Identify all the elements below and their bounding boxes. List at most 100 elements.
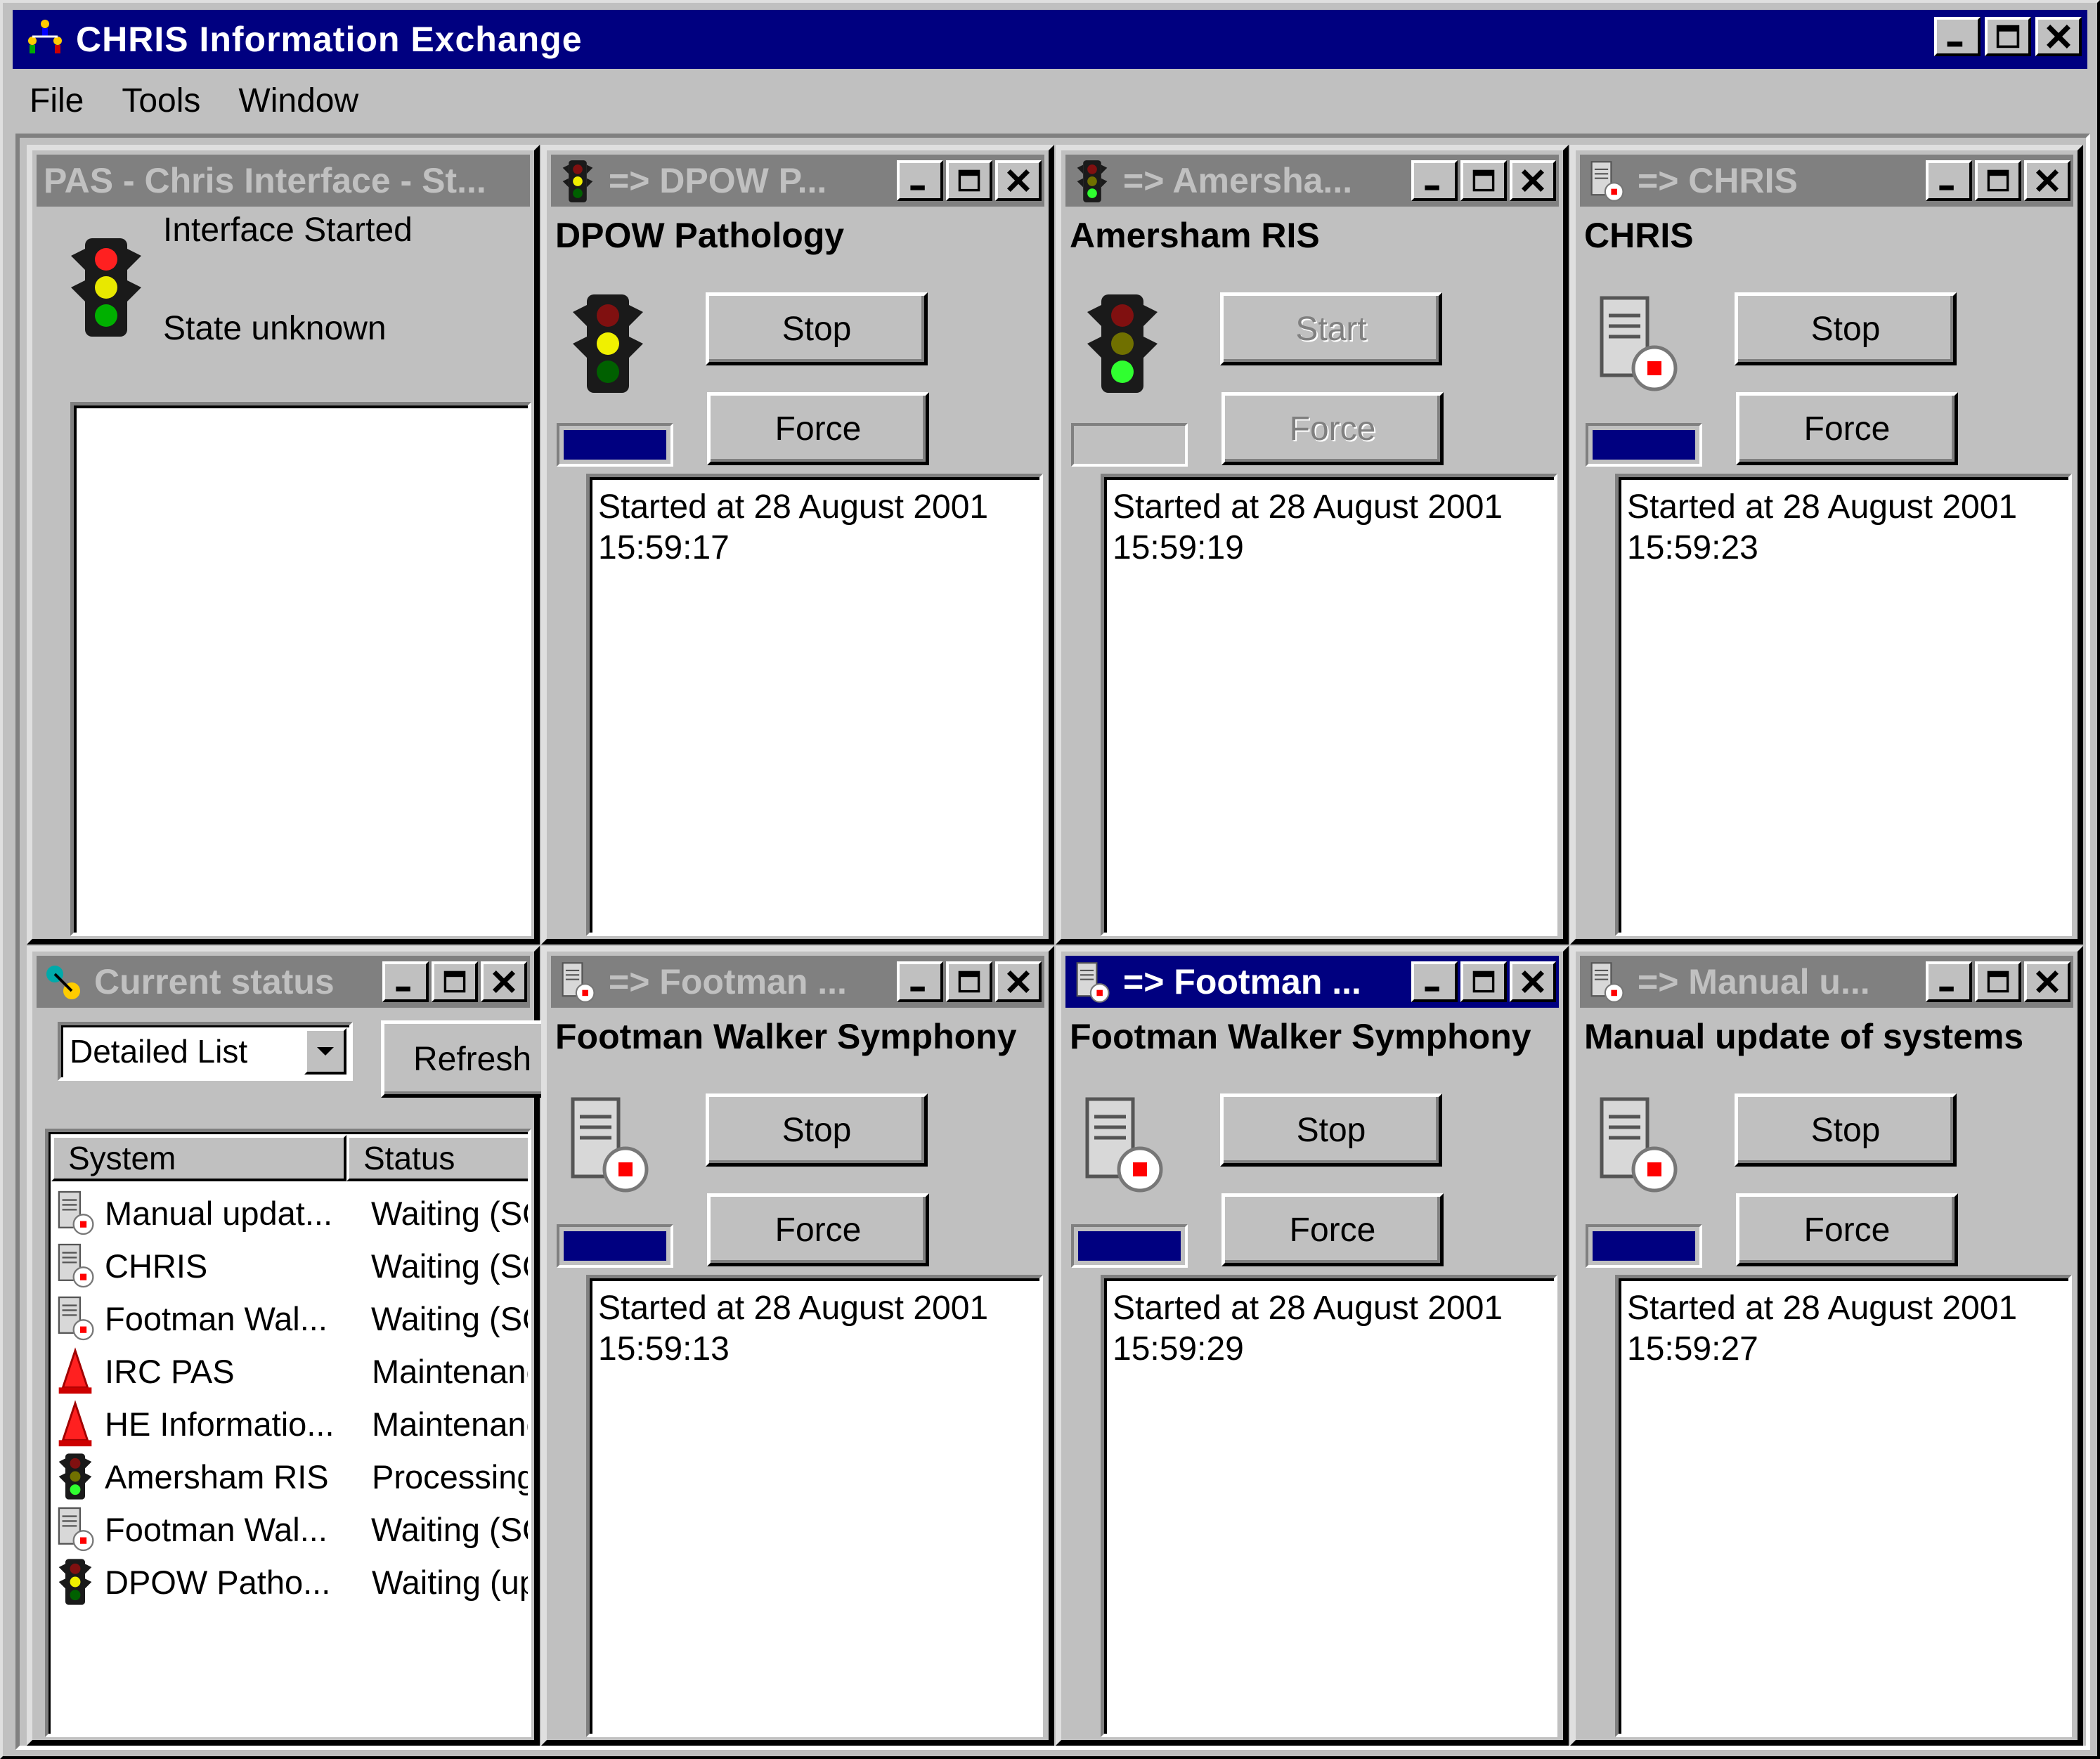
- status-window-titlebar[interactable]: Current status: [37, 956, 530, 1008]
- log-textbox[interactable]: Started at 28 August 2001 15:59:13: [586, 1275, 1043, 1737]
- list-item[interactable]: Amersham RIS Processing: [54, 1450, 528, 1502]
- system-name: IRC PAS: [105, 1352, 235, 1390]
- close-button[interactable]: [2035, 17, 2082, 56]
- log-textbox[interactable]: Started at 28 August 2001 15:59:27: [1615, 1275, 2072, 1737]
- main-window: CHRIS Information Exchange File Tools Wi…: [0, 0, 2100, 1759]
- system-window[interactable]: => Footman ... Footman Walker Symphony Sto…: [1056, 946, 1569, 1746]
- maximize-icon: [1987, 169, 2009, 192]
- stop-button[interactable]: Stop: [706, 1093, 928, 1167]
- list-item[interactable]: HE Informatio... Maintenanc: [54, 1398, 528, 1450]
- minimize-button[interactable]: [1411, 160, 1458, 201]
- force-button[interactable]: Force: [707, 1193, 929, 1266]
- app-title: CHRIS Information Exchange: [76, 20, 583, 59]
- close-button[interactable]: [1510, 961, 1556, 1002]
- list-item[interactable]: DPOW Patho... Waiting (up: [54, 1556, 531, 1608]
- window-titlebar[interactable]: => DPOW P...: [551, 155, 1044, 207]
- menu-tools[interactable]: Tools: [105, 82, 217, 120]
- close-icon: [2035, 970, 2059, 994]
- force-button[interactable]: Force: [1221, 392, 1444, 465]
- force-button[interactable]: Force: [1736, 1193, 1958, 1266]
- progress-bar: [1071, 423, 1188, 467]
- list-item[interactable]: IRC PAS Maintenanc: [54, 1345, 528, 1397]
- log-line: 15:59:23: [1627, 529, 1758, 566]
- minimize-button[interactable]: [1926, 961, 1972, 1002]
- start-button[interactable]: Start: [1220, 292, 1442, 365]
- system-window[interactable]: => Amersha... Amersham RIS Start Force Start…: [1056, 145, 1569, 945]
- pas-log-list[interactable]: [70, 402, 531, 936]
- close-button[interactable]: [481, 961, 527, 1002]
- minimize-button[interactable]: [382, 961, 429, 1002]
- system-window[interactable]: => CHRIS CHRIS Stop Force Started at 28 Augu…: [1570, 145, 2083, 945]
- close-button[interactable]: [995, 160, 1042, 201]
- close-icon: [2047, 25, 2070, 48]
- window-title: => Footman ...: [609, 962, 847, 1001]
- menu-file[interactable]: File: [13, 82, 101, 120]
- traffic-light-green-icon: [54, 1452, 96, 1501]
- app-titlebar[interactable]: CHRIS Information Exchange: [13, 10, 2087, 69]
- log-textbox[interactable]: Started at 28 August 2001 15:59:17: [586, 474, 1043, 936]
- close-button[interactable]: [2024, 961, 2070, 1002]
- log-line: Started at 28 August 2001: [1113, 488, 1503, 526]
- stop-button[interactable]: Stop: [706, 292, 928, 365]
- stop-button[interactable]: Stop: [1735, 1093, 1957, 1167]
- minimize-button[interactable]: [897, 160, 943, 201]
- maximize-button[interactable]: [946, 160, 992, 201]
- maximize-button[interactable]: [1975, 961, 2021, 1002]
- window-titlebar[interactable]: => Manual u...: [1580, 956, 2073, 1008]
- system-window[interactable]: => Manual u... Manual update of systems St…: [1570, 946, 2083, 1746]
- log-textbox[interactable]: Started at 28 August 2001 15:59:29: [1101, 1275, 1557, 1737]
- force-button[interactable]: Force: [1221, 1193, 1444, 1266]
- current-status-window[interactable]: Current status Detailed List Refresh Sys…: [27, 946, 564, 1746]
- traffic-light-yellow-icon: [555, 159, 600, 204]
- system-status: Waiting (up: [372, 1563, 531, 1601]
- column-header-status[interactable]: Status: [346, 1135, 528, 1181]
- close-icon: [1521, 169, 1545, 193]
- force-button[interactable]: Force: [707, 392, 929, 465]
- list-item[interactable]: Manual updat... Waiting (SC: [54, 1187, 528, 1239]
- column-header-system[interactable]: System: [51, 1135, 346, 1181]
- window-title: => Amersha...: [1123, 161, 1353, 200]
- maximize-button[interactable]: [1460, 160, 1507, 201]
- status-list[interactable]: System Status Manual updat... Waiting (SC…: [45, 1129, 531, 1737]
- stop-button[interactable]: Stop: [1220, 1093, 1442, 1167]
- window-titlebar[interactable]: => CHRIS: [1580, 155, 2073, 207]
- close-button[interactable]: [995, 961, 1042, 1002]
- minimize-icon: [910, 185, 925, 190]
- progress-fill: [1593, 430, 1695, 460]
- maximize-button[interactable]: [1985, 17, 2031, 56]
- force-button[interactable]: Force: [1736, 392, 1958, 465]
- maximize-button[interactable]: [1460, 961, 1507, 1002]
- pas-window-titlebar[interactable]: PAS - Chris Interface - St...: [37, 155, 530, 207]
- minimize-button[interactable]: [1934, 17, 1981, 56]
- pas-interface-window[interactable]: PAS - Chris Interface - St... Interface …: [27, 145, 540, 945]
- maximize-button[interactable]: [1975, 160, 2021, 201]
- system-window[interactable]: => Footman ... Footman Walker Symphony Sto…: [541, 946, 1054, 1746]
- server-stop-icon: [1584, 159, 1629, 204]
- window-title: => Footman ...: [1123, 962, 1361, 1001]
- refresh-button[interactable]: Refresh: [381, 1020, 564, 1098]
- log-textbox[interactable]: Started at 28 August 2001 15:59:19: [1101, 474, 1557, 936]
- system-name: Amersham RIS: [105, 1458, 329, 1495]
- maximize-button[interactable]: [946, 961, 992, 1002]
- system-window[interactable]: => DPOW P... DPOW Pathology Stop Force Start…: [541, 145, 1054, 945]
- list-item[interactable]: CHRIS Waiting (SC: [54, 1240, 528, 1292]
- stop-button[interactable]: Stop: [1735, 292, 1957, 365]
- minimize-button[interactable]: [1411, 961, 1458, 1002]
- minimize-button[interactable]: [1926, 160, 1972, 201]
- log-textbox[interactable]: Started at 28 August 2001 15:59:23: [1615, 474, 2072, 936]
- close-button[interactable]: [1510, 160, 1556, 201]
- list-item[interactable]: Footman Wal... Waiting (SC: [54, 1292, 528, 1344]
- window-titlebar[interactable]: => Amersha...: [1065, 155, 1559, 207]
- window-titlebar[interactable]: => Footman ...: [1065, 956, 1559, 1008]
- maximize-button[interactable]: [432, 961, 478, 1002]
- list-item[interactable]: Footman Wal... Waiting (SC: [54, 1503, 528, 1555]
- view-mode-select[interactable]: Detailed List: [58, 1022, 353, 1081]
- minimize-button[interactable]: [897, 961, 943, 1002]
- maximize-icon: [443, 971, 466, 993]
- menu-window[interactable]: Window: [221, 82, 375, 120]
- traffic-light-yellow-icon: [562, 291, 654, 396]
- close-button[interactable]: [2024, 160, 2070, 201]
- window-titlebar[interactable]: => Footman ...: [551, 956, 1044, 1008]
- close-icon: [492, 970, 516, 994]
- chevron-down-icon[interactable]: [304, 1028, 346, 1075]
